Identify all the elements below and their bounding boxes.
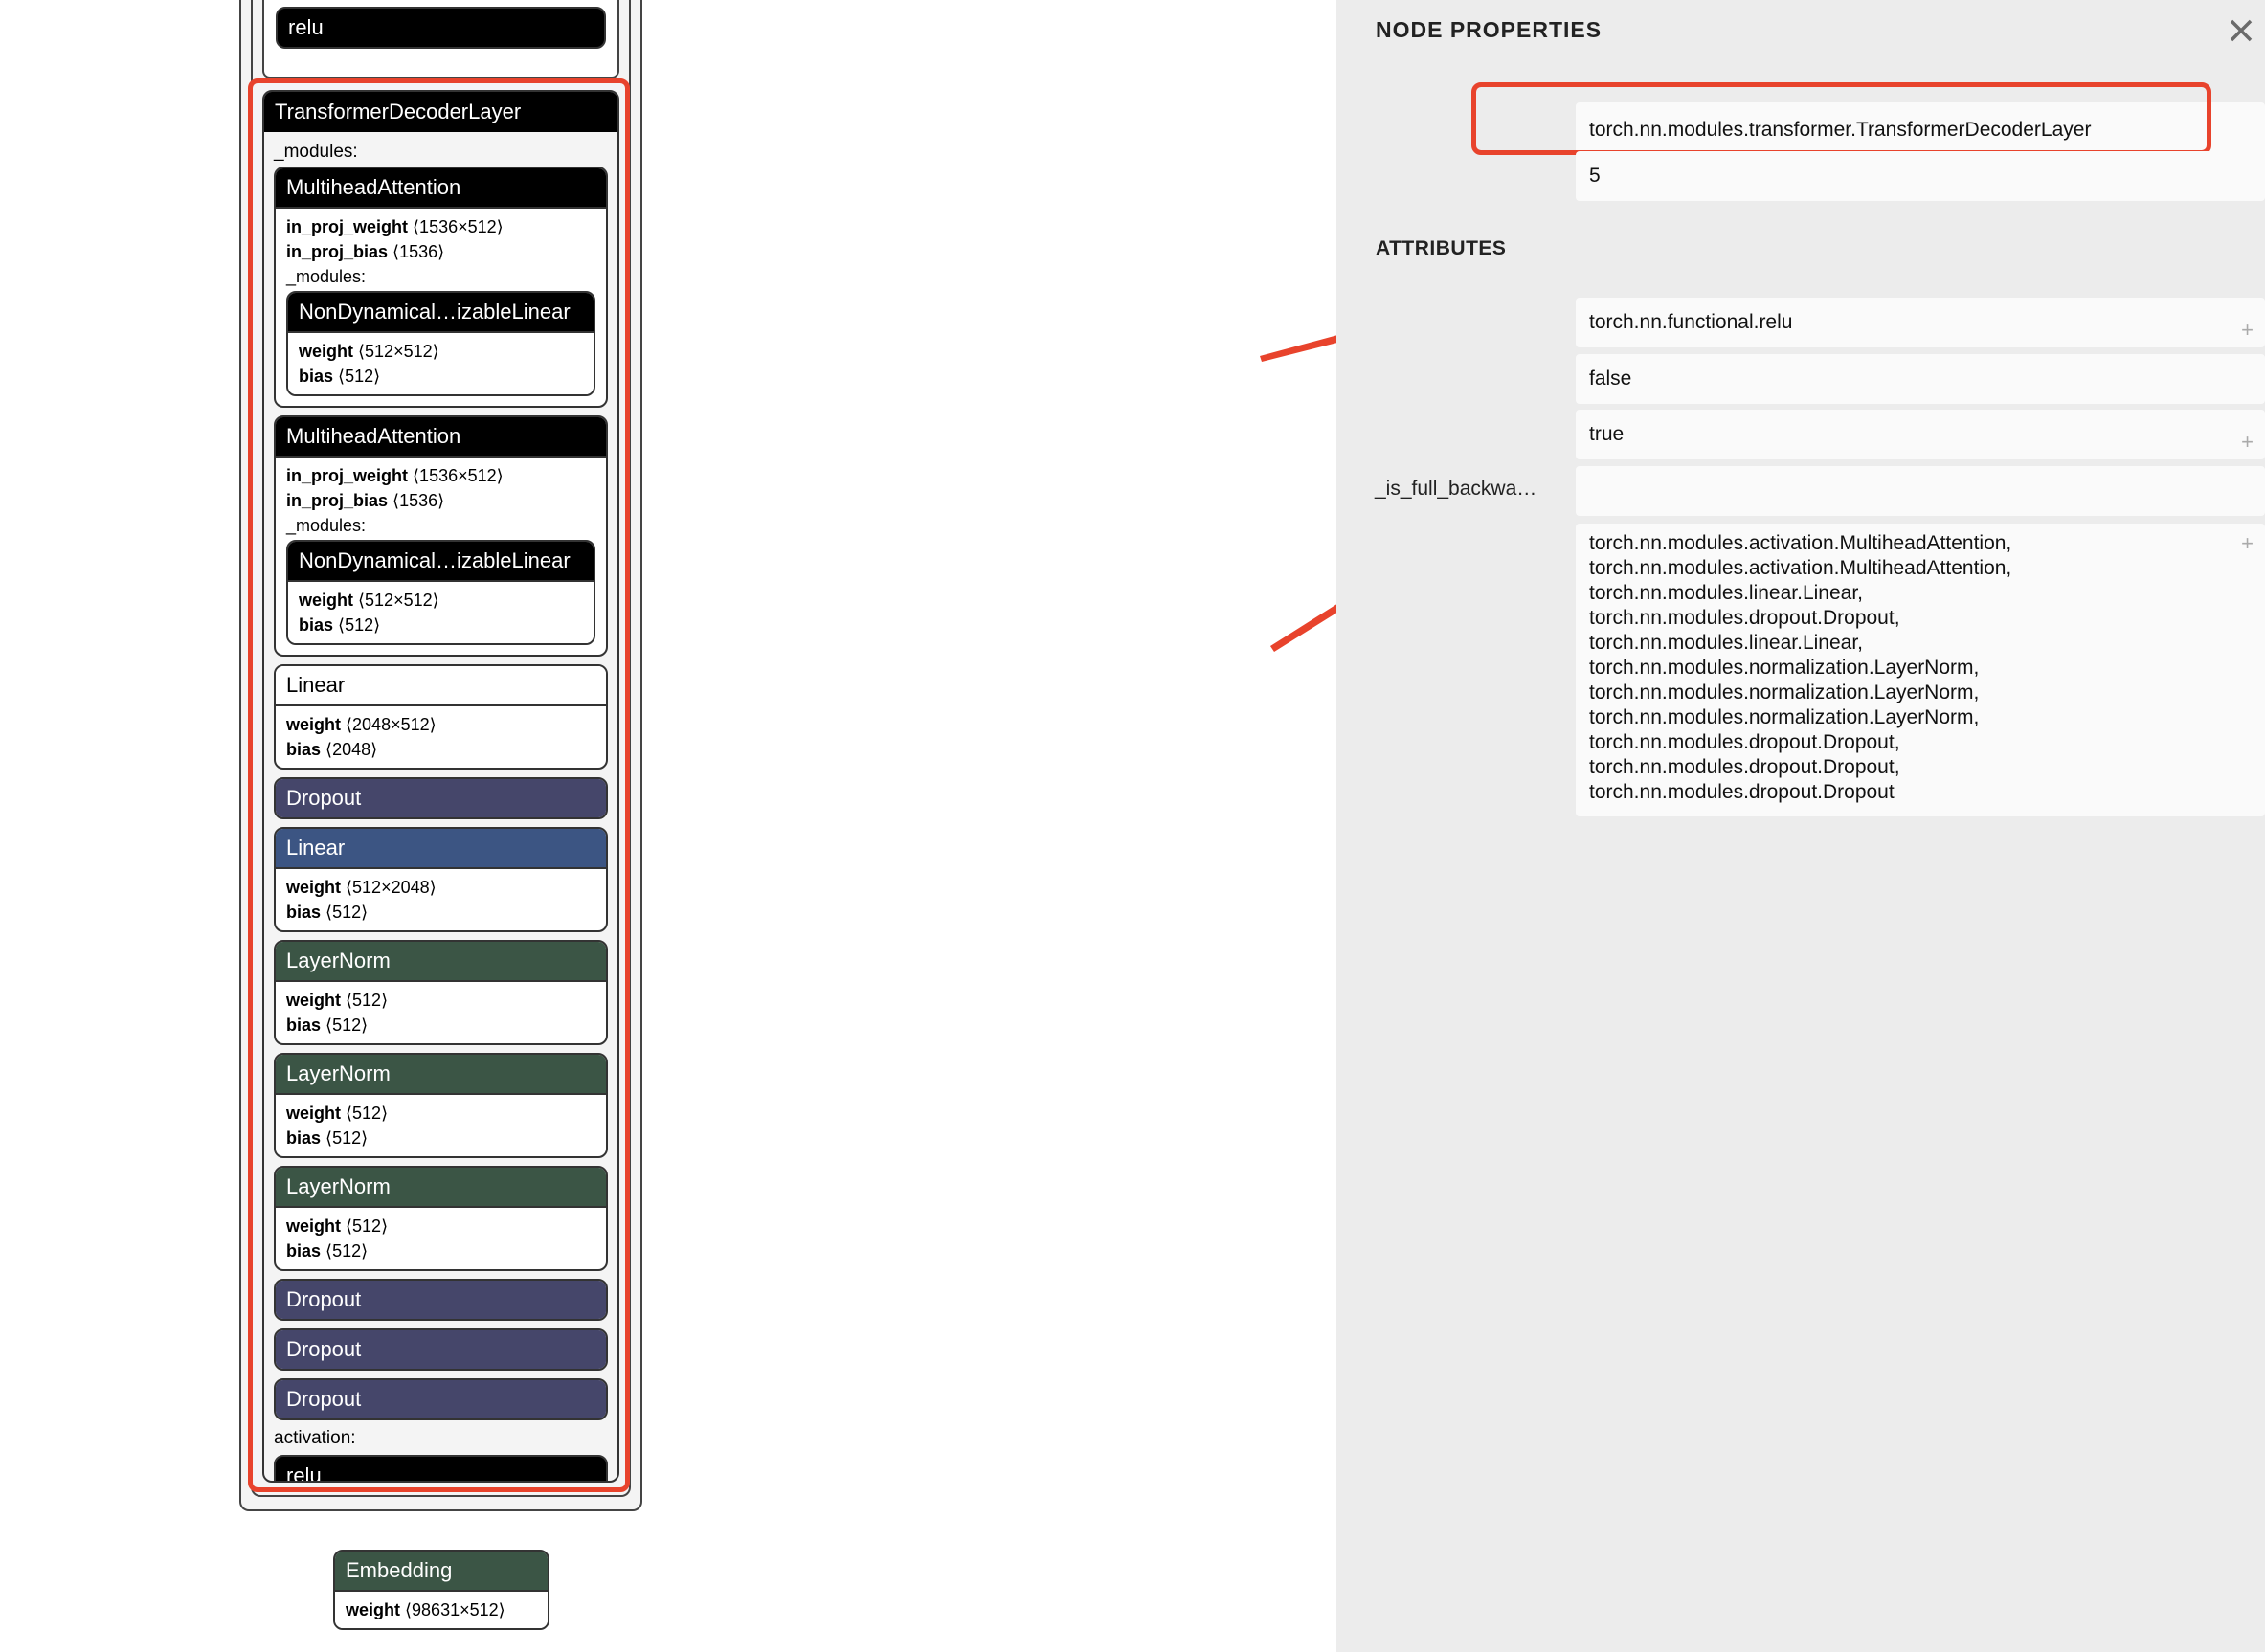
property-value[interactable]: 5 [1576,151,2265,201]
attribute-label: _is_full_backwa… [1375,478,1537,500]
close-icon[interactable] [2228,17,2254,44]
module-entry: torch.nn.modules.dropout.Dropout [1589,781,1895,803]
attribute-training: training true + [1336,410,2265,459]
module-entry: torch.nn.modules.linear.Linear, [1589,632,1864,654]
attribute-modules: _modules torch.nn.modules.activation.Mul… [1336,524,2265,816]
module-entry: torch.nn.modules.dropout.Dropout, [1589,756,1900,778]
attribute-value[interactable]: true + [1576,410,2265,459]
attribute-value[interactable]: torch.nn.functional.relu + [1576,298,2265,347]
attribute-norm-first: norm_first false [1336,354,2265,404]
module-entry: torch.nn.modules.normalization.LayerNorm… [1589,706,1980,728]
attribute-is-full-backward: _is_full_backwa… [1336,466,2265,516]
module-entry: torch.nn.modules.linear.Linear, [1589,582,1864,604]
node-properties-panel: NODE PROPERTIES type torch.nn.modules.tr… [1336,0,2265,1652]
expand-icon[interactable]: + [2241,305,2254,355]
module-entry: torch.nn.modules.activation.MultiheadAtt… [1589,532,2012,554]
module-entry: torch.nn.modules.normalization.LayerNorm… [1589,657,1980,679]
highlight-box-decoder-layer [248,78,630,1492]
attribute-value[interactable]: torch.nn.modules.activation.MultiheadAtt… [1576,524,2265,816]
activation-relu-node[interactable]: relu [276,7,606,49]
activation-label: activation: [275,0,357,2]
attribute-value[interactable]: false [1576,354,2265,404]
expand-icon[interactable]: + [2241,417,2254,467]
embedding-node[interactable]: Embedding weight ⟨98631×512⟩ [333,1550,549,1630]
modules-list: torch.nn.modules.activation.MultiheadAtt… [1589,531,2252,805]
graph-canvas[interactable]: activation: relu TransformerDecoderLayer… [0,0,1441,1652]
attribute-activation: activation torch.nn.functional.relu + [1336,298,2265,347]
node-title: Embedding [335,1552,548,1590]
param-row: weight ⟨98631×512⟩ [346,1600,505,1619]
previous-decoder-layer-node[interactable]: activation: relu [262,0,619,78]
attributes-title: ATTRIBUTES [1376,237,1507,259]
attribute-value[interactable] [1576,466,2265,516]
panel-title: NODE PROPERTIES [1376,17,1603,42]
highlight-box-type [1471,82,2211,155]
module-entry: torch.nn.modules.normalization.LayerNorm… [1589,681,1980,703]
module-entry: torch.nn.modules.activation.MultiheadAtt… [1589,557,2012,579]
attribute-value-text: torch.nn.functional.relu [1589,311,1793,333]
module-entry: torch.nn.modules.dropout.Dropout, [1589,731,1900,753]
expand-icon[interactable]: + [2241,531,2254,556]
property-name: name 5 [1336,151,2265,201]
module-entry: torch.nn.modules.dropout.Dropout, [1589,607,1900,629]
attribute-value-text: true [1589,423,1625,445]
